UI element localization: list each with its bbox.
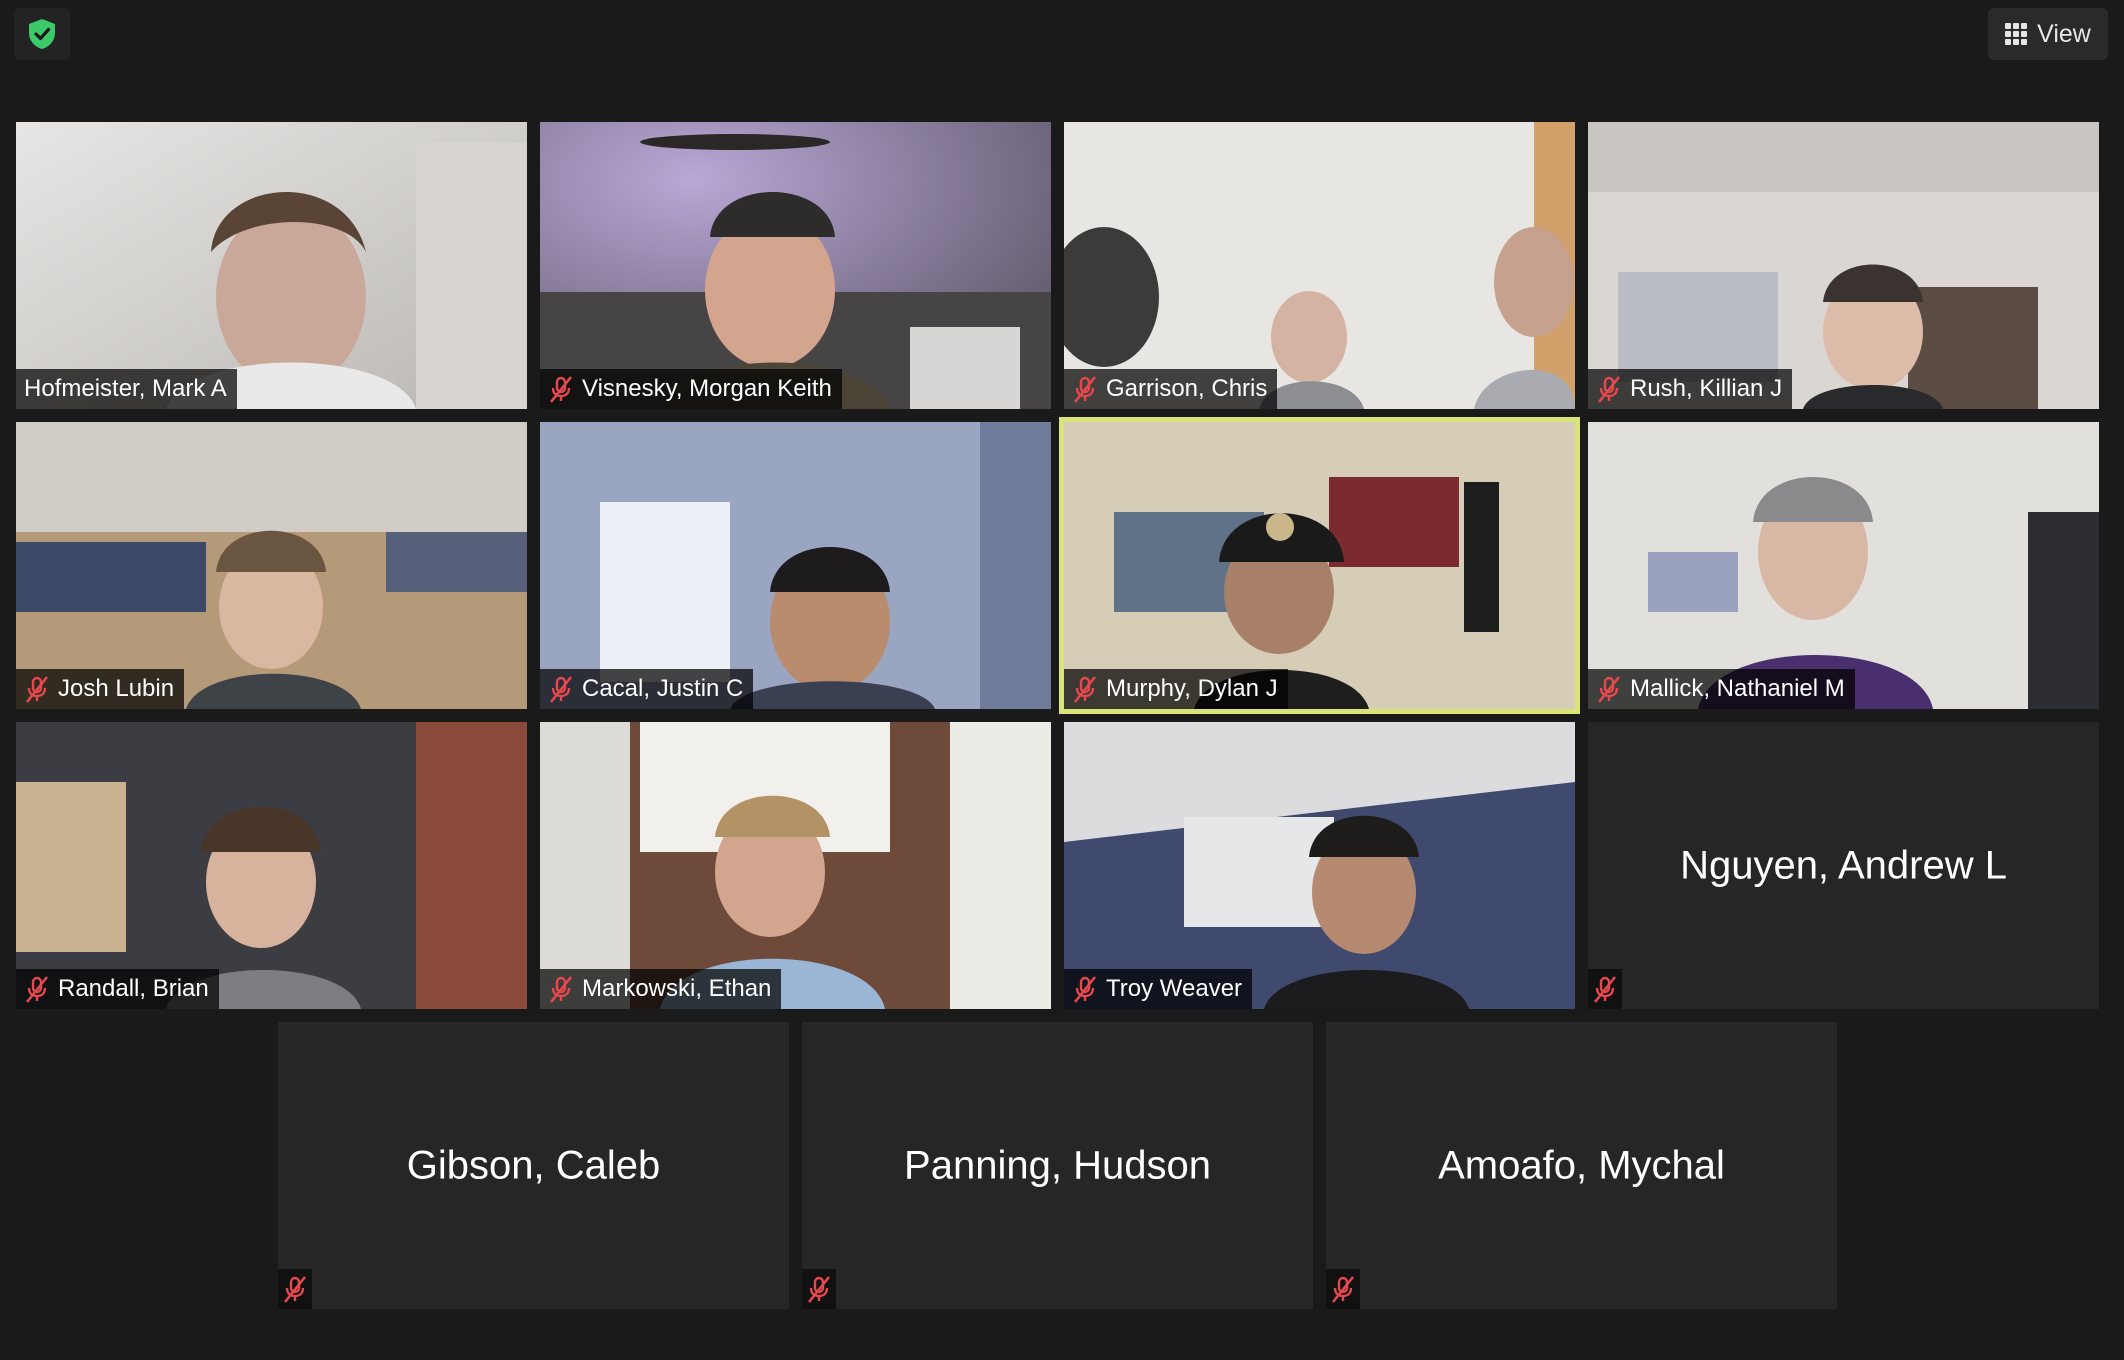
security-shield-icon[interactable] [14, 8, 70, 60]
participant-tile[interactable]: Josh Lubin [16, 422, 527, 709]
muted-microphone-icon [25, 976, 49, 1003]
muted-microphone-icon [807, 1276, 831, 1303]
muted-microphone-icon [549, 676, 573, 703]
video-feed [1064, 422, 1575, 709]
video-feed [1588, 122, 2099, 409]
participant-tile[interactable]: Randall, Brian [16, 722, 527, 1009]
muted-microphone-icon [1073, 376, 1097, 403]
participant-name: Randall, Brian [58, 975, 209, 1002]
participant-name-tag: Josh Lubin [16, 669, 185, 709]
muted-microphone-icon [1593, 976, 1617, 1003]
muted-indicator [278, 1269, 312, 1309]
participant-name: Garrison, Chris [1106, 375, 1268, 402]
participant-tile[interactable]: Hofmeister, Mark A [16, 122, 527, 409]
muted-microphone-icon [25, 676, 49, 703]
participant-name-tag: Visnesky, Morgan Keith [540, 369, 842, 409]
muted-microphone-icon [1073, 676, 1097, 703]
participant-tile-active-speaker[interactable]: Murphy, Dylan J [1059, 417, 1580, 714]
participant-tile-no-video[interactable]: Gibson, Caleb [278, 1022, 789, 1309]
video-feed [540, 722, 1051, 1009]
participant-name: Markowski, Ethan [582, 975, 772, 1002]
video-feed [16, 422, 527, 709]
muted-microphone-icon [1073, 976, 1097, 1003]
view-button-label: View [2037, 19, 2091, 48]
participant-tile[interactable]: Troy Weaver [1064, 722, 1575, 1009]
muted-microphone-icon [549, 976, 573, 1003]
participant-name: Rush, Killian J [1630, 375, 1783, 402]
muted-microphone-icon [549, 376, 573, 403]
participant-name: Nguyen, Andrew L [1680, 843, 2007, 887]
muted-microphone-icon [1331, 1276, 1355, 1303]
video-feed [540, 122, 1051, 409]
muted-microphone-icon [283, 1276, 307, 1303]
video-feed [540, 422, 1051, 709]
participant-name-tag: Cacal, Justin C [540, 669, 754, 709]
video-feed [1064, 722, 1575, 1009]
participant-name-tag: Rush, Killian J [1588, 369, 1793, 409]
muted-microphone-icon [1597, 376, 1621, 403]
grid-icon [2005, 23, 2028, 45]
participant-tile[interactable]: Visnesky, Morgan Keith [540, 122, 1051, 409]
participant-name: Troy Weaver [1106, 975, 1243, 1002]
participant-tile[interactable]: Markowski, Ethan [540, 722, 1051, 1009]
participant-tile[interactable]: Cacal, Justin C [540, 422, 1051, 709]
video-feed [16, 122, 527, 409]
participant-name: Cacal, Justin C [582, 675, 744, 702]
participant-tile-no-video[interactable]: Amoafo, Mychal [1326, 1022, 1837, 1309]
participant-name-tag: Randall, Brian [16, 969, 219, 1009]
participant-name: Gibson, Caleb [406, 1143, 661, 1187]
participant-name: Amoafo, Mychal [1438, 1143, 1725, 1187]
participant-tile[interactable]: Rush, Killian J [1588, 122, 2099, 409]
participant-name-tag: Mallick, Nathaniel M [1588, 669, 1855, 709]
muted-indicator [1588, 969, 1622, 1009]
shield-check-icon [29, 19, 55, 49]
participant-name-tag: Hofmeister, Mark A [16, 369, 237, 409]
participant-name: Panning, Hudson [904, 1143, 1211, 1187]
video-feed [16, 722, 527, 1009]
video-feed [1588, 422, 2099, 709]
muted-indicator [1326, 1269, 1360, 1309]
participant-name: Visnesky, Morgan Keith [582, 375, 832, 402]
participant-name-tag: Troy Weaver [1064, 969, 1253, 1009]
participant-name-tag: Markowski, Ethan [540, 969, 782, 1009]
video-feed [1064, 122, 1575, 409]
participant-name-tag: Garrison, Chris [1064, 369, 1278, 409]
participant-name: Mallick, Nathaniel M [1630, 675, 1845, 702]
participant-tile[interactable]: Mallick, Nathaniel M [1588, 422, 2099, 709]
muted-microphone-icon [1597, 676, 1621, 703]
view-button[interactable]: View [1988, 8, 2108, 60]
participant-name: Josh Lubin [58, 675, 175, 702]
participant-name-tag: Murphy, Dylan J [1064, 669, 1288, 709]
participant-tile-no-video[interactable]: Nguyen, Andrew L [1588, 722, 2099, 1009]
participant-name: Hofmeister, Mark A [24, 375, 227, 402]
participant-name: Murphy, Dylan J [1106, 675, 1278, 702]
participant-tile-no-video[interactable]: Panning, Hudson [802, 1022, 1313, 1309]
muted-indicator [802, 1269, 836, 1309]
participant-tile[interactable]: Garrison, Chris [1064, 122, 1575, 409]
